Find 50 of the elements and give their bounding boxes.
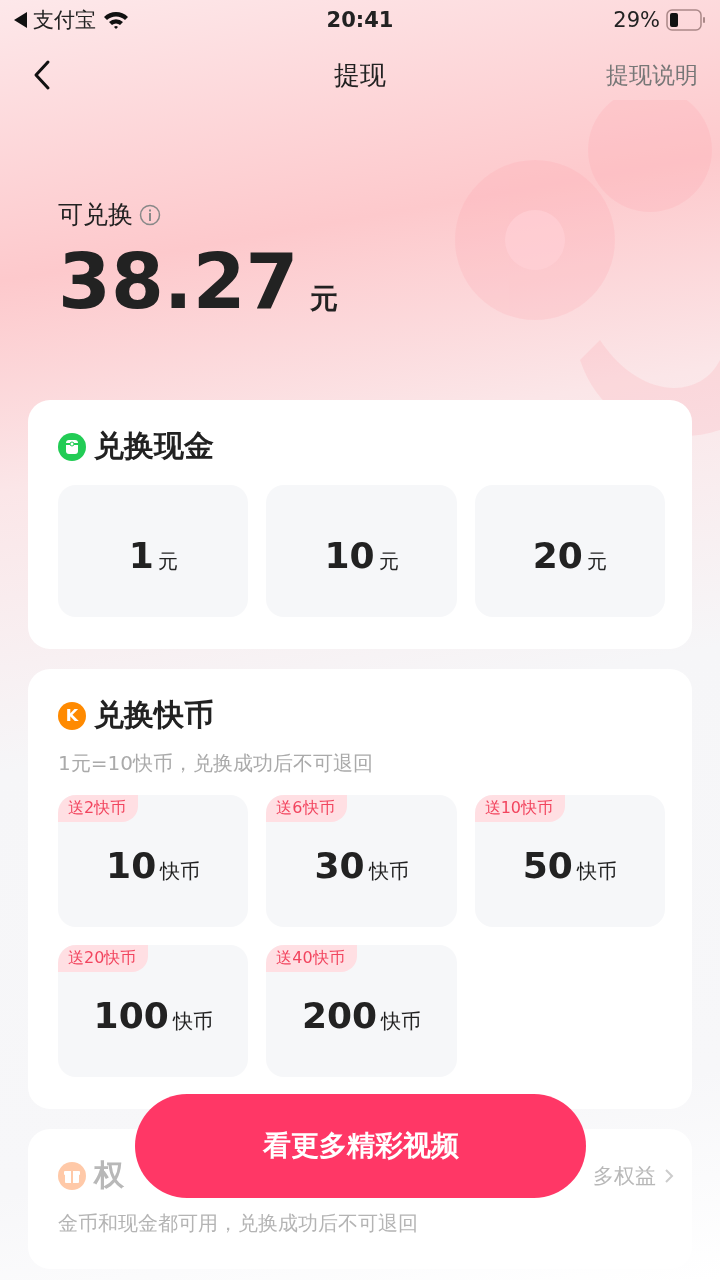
bonus-tag: 送10快币 xyxy=(474,795,565,822)
option-unit: 快币 xyxy=(160,857,201,885)
back-app-icon[interactable] xyxy=(14,12,27,28)
bonus-tag: 送6快币 xyxy=(266,795,347,822)
section-title: 兑换快币 xyxy=(94,696,214,734)
option-amount: 50 xyxy=(522,844,573,886)
option-unit: 快币 xyxy=(172,1007,213,1035)
option-amount: 10 xyxy=(324,534,375,576)
bonus-tag: 送40快币 xyxy=(266,945,357,972)
balance-label: 可兑换 xyxy=(58,199,133,231)
battery-percent: 29% xyxy=(613,8,660,32)
section-note: 金币和现金都可用，兑换成功后不可退回 xyxy=(58,1210,419,1237)
info-icon[interactable] xyxy=(139,203,161,226)
option-amount: 30 xyxy=(314,844,365,886)
amount-option[interactable]: 送6快币 30 快币 xyxy=(266,795,457,927)
balance-amount: 38.27 xyxy=(58,237,299,326)
amount-option[interactable]: 送10快币 50 快币 xyxy=(474,795,665,927)
battery-icon xyxy=(666,9,706,31)
wifi-icon xyxy=(102,10,130,30)
option-unit: 元 xyxy=(378,547,399,575)
amount-option[interactable]: 送40快币 200快币 xyxy=(266,945,457,1077)
option-amount: 20 xyxy=(532,534,583,576)
option-unit: 元 xyxy=(586,547,607,575)
section-title: 权 xyxy=(94,1156,124,1194)
amount-option[interactable]: 送2快币 10快币 xyxy=(58,795,249,927)
option-amount: 10 xyxy=(106,844,157,886)
option-unit: 快币 xyxy=(381,1007,422,1035)
wallet-icon xyxy=(58,432,86,461)
amount-option[interactable]: 20 元 xyxy=(474,485,665,617)
bonus-tag: 送2快币 xyxy=(58,795,139,822)
amount-option[interactable]: 10 元 xyxy=(266,485,457,617)
balance-unit: 元 xyxy=(310,281,339,317)
option-unit: 快币 xyxy=(368,857,409,885)
option-amount: 1 xyxy=(128,534,154,576)
section-note: 1元=10快币，兑换成功后不可退回 xyxy=(58,750,374,777)
option-amount: 200 xyxy=(301,994,378,1036)
amount-option[interactable]: 1 元 xyxy=(58,485,249,617)
back-app-label[interactable]: 支付宝 xyxy=(33,6,96,34)
option-amount: 100 xyxy=(93,994,169,1036)
amount-option[interactable]: 送20快币 100 快币 xyxy=(58,945,249,1077)
option-unit: 快币 xyxy=(576,857,617,885)
watch-videos-button[interactable]: 看更多精彩视频 xyxy=(135,1094,586,1198)
section-title: 兑换现金 xyxy=(94,427,214,465)
gift-icon xyxy=(58,1161,86,1190)
bonus-tag: 送20快币 xyxy=(58,945,149,972)
back-icon[interactable] xyxy=(32,59,52,91)
page-title: 提现 xyxy=(334,58,386,92)
status-time: 20:41 xyxy=(326,8,394,32)
option-unit: 元 xyxy=(157,547,178,575)
coin-badge: K xyxy=(58,701,86,730)
